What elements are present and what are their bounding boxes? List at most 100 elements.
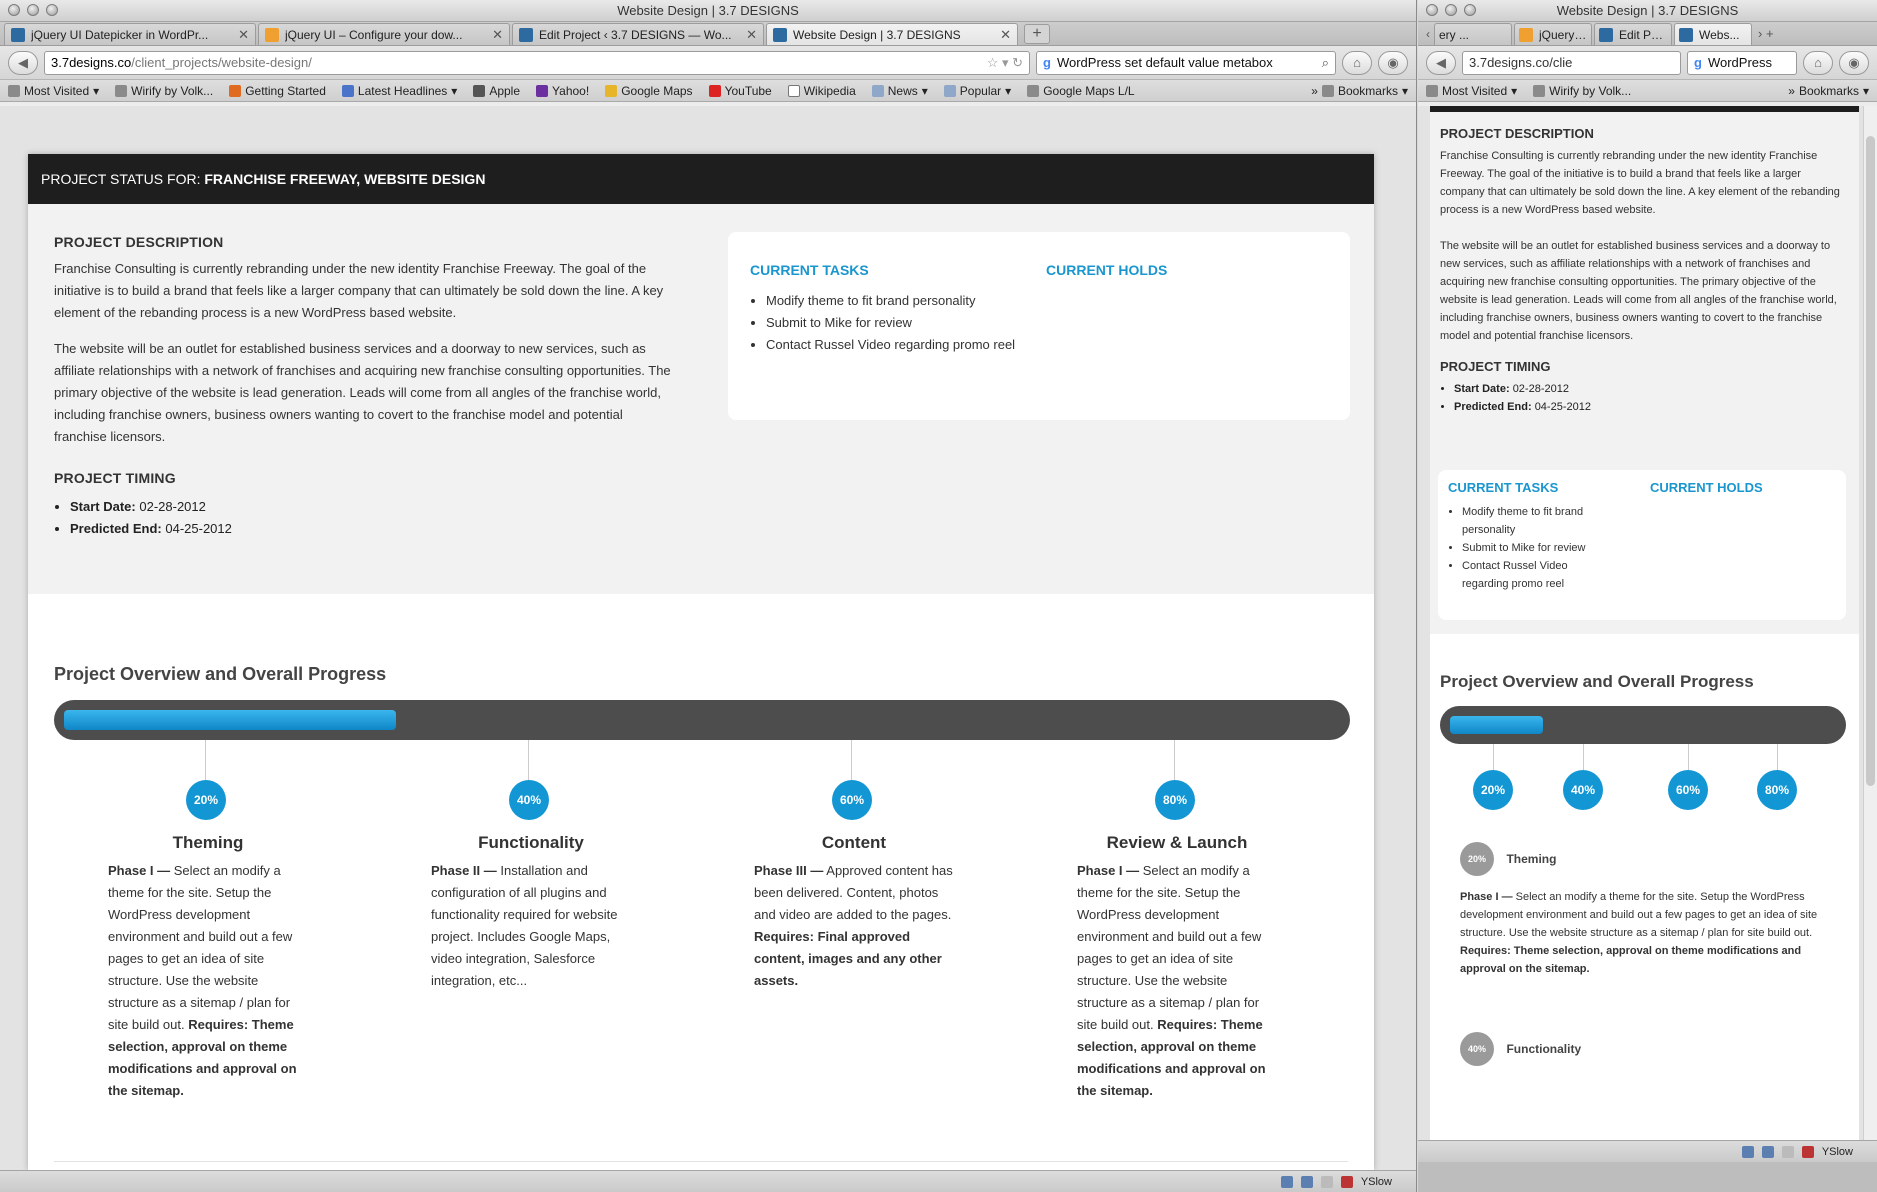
phase-title: Functionality: [478, 833, 584, 852]
project-page-narrow: PROJECT DESCRIPTION Franchise Consulting…: [1430, 106, 1859, 1170]
bookmark-label: Wirify by Volk...: [1549, 83, 1632, 98]
tab-edit-project[interactable]: Edit Project ‹ 3.7 DESIGNS — Wo... ✕: [512, 23, 764, 45]
yslow-label[interactable]: YSlow: [1361, 1176, 1392, 1188]
url-bar[interactable]: 3.7designs.co/clie: [1462, 50, 1681, 75]
close-tab-icon[interactable]: ✕: [492, 27, 503, 43]
bookmark-label: Most Visited: [24, 83, 90, 98]
scrollbar-thumb[interactable]: [1866, 136, 1875, 786]
phase-title: Review & Launch: [1106, 833, 1248, 852]
timing-list: Start Date: 02-28-2012 Predicted End: 04…: [70, 496, 679, 540]
mail-icon[interactable]: [1781, 1145, 1794, 1158]
page-scrollbar[interactable]: [1863, 106, 1877, 1170]
yslow-label[interactable]: YSlow: [1822, 1146, 1853, 1158]
window-controls: [1426, 4, 1476, 16]
bookmark-wirify[interactable]: Wirify by Volk...: [115, 84, 213, 98]
description-column: PROJECT DESCRIPTION Franchise Consulting…: [1440, 126, 1840, 416]
zoom-window-button[interactable]: [46, 4, 58, 16]
tasks-list: Modify theme to fit brand personality Su…: [766, 290, 1021, 356]
phase-percent-badge: 80%: [1155, 780, 1195, 820]
bookmark-getting-started[interactable]: Getting Started: [229, 84, 326, 98]
bookmark-google-maps-ll[interactable]: Google Maps L/L: [1027, 84, 1135, 98]
bookmark-wikipedia[interactable]: Wikipedia: [787, 84, 856, 98]
phase-description: Phase II — Installation and configuratio…: [431, 860, 631, 992]
close-window-button[interactable]: [1426, 4, 1438, 16]
addon-icon[interactable]: [1280, 1175, 1293, 1188]
bookmark-label: Apple: [489, 83, 521, 98]
bookmark-youtube[interactable]: YouTube: [708, 84, 772, 98]
url-text: 3.7designs.co/clie: [1469, 55, 1573, 70]
bookmark-wirify[interactable]: Wirify by Volk...: [1533, 84, 1631, 98]
home-button[interactable]: ⌂: [1342, 50, 1372, 75]
tab-jquery-ui[interactable]: jQuery UI – Configure your dow... ✕: [258, 23, 510, 45]
home-button[interactable]: ⌂: [1803, 50, 1833, 75]
minimize-window-button[interactable]: [1445, 4, 1457, 16]
search-icon[interactable]: ⌕: [1322, 55, 1329, 71]
zoom-window-button[interactable]: [1464, 4, 1476, 16]
favicon-icon: [1519, 27, 1533, 42]
tab-website-design[interactable]: Website Design | 3.7 DESIGNS ✕: [766, 23, 1018, 45]
new-tab-button[interactable]: +: [1024, 24, 1050, 44]
search-input[interactable]: g WordPress: [1687, 50, 1797, 75]
progress-track: [54, 700, 1350, 740]
phase-lead: Phase II —: [431, 863, 497, 878]
tab-scroll-right-icon[interactable]: › +: [1758, 26, 1774, 41]
close-window-button[interactable]: [8, 4, 20, 16]
mail-icon[interactable]: [1320, 1175, 1333, 1188]
tab[interactable]: jQuery ...: [1514, 23, 1592, 45]
snowflake-icon[interactable]: [1300, 1175, 1313, 1188]
tab-label: Edit Proj...: [1619, 27, 1667, 42]
bookmarklet-icon: [1027, 84, 1040, 97]
tab-datepicker[interactable]: jQuery UI Datepicker in WordPr... ✕: [4, 23, 256, 45]
bookmark-yahoo[interactable]: Yahoo!: [536, 84, 589, 98]
search-input[interactable]: g WordPress set default value metabox ⌕: [1036, 50, 1336, 75]
start-value: 02-28-2012: [1512, 383, 1569, 395]
tab-scroll-left-icon[interactable]: ‹: [1426, 27, 1430, 41]
bookmark-news[interactable]: News ▾: [871, 84, 928, 98]
phase-connector: [1493, 744, 1494, 770]
bookmarklet-icon: [1533, 84, 1546, 97]
back-button[interactable]: ◀: [8, 50, 38, 75]
phase-item-theming: 20% Theming Phase I — Select an modify a…: [1460, 842, 1840, 978]
close-tab-icon[interactable]: ✕: [1000, 27, 1011, 43]
yslow-icon[interactable]: [1340, 1175, 1353, 1188]
yslow-icon[interactable]: [1801, 1145, 1814, 1158]
end-value: 04-25-2012: [1534, 401, 1591, 413]
bookmarks-icon: [1321, 84, 1334, 97]
tab[interactable]: Edit Proj...: [1594, 23, 1672, 45]
phase-requires: Requires: Final approved content, images…: [754, 929, 942, 988]
phase-title: Theming: [1506, 852, 1557, 866]
tab[interactable]: Webs...: [1674, 23, 1752, 45]
bookmark-most-visited[interactable]: Most Visited ▾: [1426, 84, 1517, 98]
favicon-icon: [1599, 27, 1613, 42]
current-tasks: CURRENT TASKS Modify theme to fit brand …: [750, 262, 1021, 356]
close-tab-icon[interactable]: ✕: [746, 27, 757, 43]
tab[interactable]: ery ...: [1434, 23, 1512, 45]
phase-description: Phase I — Select an modify a theme for t…: [108, 860, 308, 1102]
addon-button[interactable]: ◉: [1839, 50, 1869, 75]
bookmark-most-visited[interactable]: Most Visited ▾: [8, 84, 99, 98]
url-bar[interactable]: 3.7designs.co/client_projects/website-de…: [44, 50, 1030, 75]
bookmark-label: Getting Started: [245, 83, 326, 98]
phase-percent-badge: 60%: [832, 780, 872, 820]
close-tab-icon[interactable]: ✕: [238, 27, 249, 43]
header-project-name: FRANCHISE FREEWAY, WEBSITE DESIGN: [204, 171, 486, 187]
tab-label: ery ...: [1439, 27, 1470, 42]
bookmarks-menu[interactable]: » Bookmarks ▾: [1788, 84, 1869, 98]
bookmarks-menu[interactable]: » Bookmarks ▾: [1311, 84, 1408, 98]
snowflake-icon[interactable]: [1761, 1145, 1774, 1158]
back-button[interactable]: ◀: [1426, 50, 1456, 75]
bookmark-latest-headlines[interactable]: Latest Headlines ▾: [341, 84, 457, 98]
progress-fill: [64, 710, 396, 730]
minimize-window-button[interactable]: [27, 4, 39, 16]
phase-title: Functionality: [1506, 1042, 1582, 1056]
progress-track: [1440, 706, 1846, 744]
addon-button[interactable]: ◉: [1378, 50, 1408, 75]
bookmark-star-icon[interactable]: ☆ ▾ ↻: [987, 55, 1023, 71]
addon-icon[interactable]: [1741, 1145, 1754, 1158]
phase-body: Select an modify a theme for the site. S…: [1077, 863, 1262, 1032]
bookmark-apple[interactable]: Apple: [473, 84, 520, 98]
tasks-card: CURRENT TASKS Modify theme to fit brand …: [1438, 470, 1846, 620]
bookmark-popular[interactable]: Popular ▾: [943, 84, 1011, 98]
bookmark-google-maps[interactable]: Google Maps: [605, 84, 693, 98]
timing-list: Start Date: 02-28-2012 Predicted End: 04…: [1454, 380, 1840, 416]
